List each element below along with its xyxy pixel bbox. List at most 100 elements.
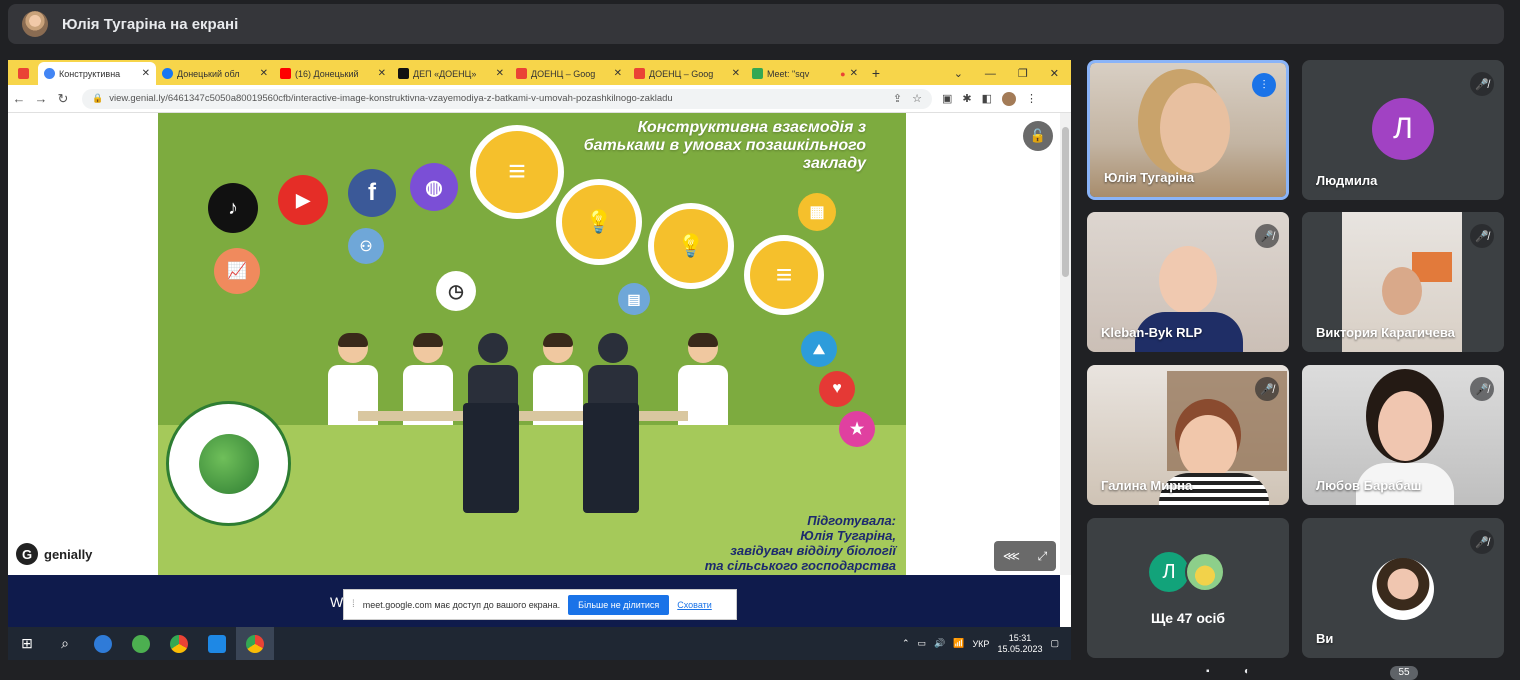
more-avatars: Л (1149, 552, 1225, 592)
close-icon[interactable]: ✕ (732, 68, 740, 79)
chrome-icon[interactable] (236, 627, 274, 660)
app-icon[interactable] (122, 627, 160, 660)
close-icon[interactable]: ✕ (614, 68, 622, 79)
star-icon[interactable]: ☆ (912, 92, 922, 105)
clock-time: 15:31 (1008, 632, 1032, 643)
search-icon[interactable]: ⌕ (46, 627, 84, 660)
close-icon[interactable]: ✕ (496, 68, 504, 79)
fullscreen-icon[interactable]: ⤢ (1038, 549, 1048, 564)
close-window-icon[interactable]: ✕ (1050, 67, 1059, 80)
tab-maps-1[interactable]: ДОЕНЦ – Goog ✕ (510, 62, 628, 85)
mic-off-icon: 🎤̸ (1470, 377, 1494, 401)
toolbar-icon[interactable]: ◐ (1244, 666, 1250, 677)
omnibox[interactable]: 🔒 view.genial.ly/6461347c5050a80019560cf… (82, 88, 932, 109)
center-logo-seal (166, 401, 291, 526)
participant-tile[interactable]: 🎤̸ Виктория Карагичева (1302, 212, 1504, 352)
battery-icon[interactable]: ▭ (918, 638, 927, 649)
participant-tile[interactable]: Л 🎤̸ Людмила (1302, 60, 1504, 200)
participant-avatar (1185, 552, 1225, 592)
share-icon[interactable]: ⇪ (893, 92, 902, 105)
share-notice-text: meet.google.com має доступ до вашого екр… (362, 599, 561, 610)
reload-icon[interactable]: ↻ (52, 91, 74, 107)
tab-meet[interactable]: Meet: "sqv ● ✕ (746, 62, 864, 85)
participant-name: Kleban-Byk RLP (1101, 325, 1203, 340)
document-icon: ▤ (618, 283, 650, 315)
self-tile[interactable]: 🎤̸ Ви (1302, 518, 1504, 658)
genially-brand[interactable]: G genially (16, 543, 92, 565)
unlock-icon[interactable]: 🔓 (1023, 121, 1053, 151)
chart-icon: 📈 (214, 248, 260, 294)
participant-name: Любов Барабаш (1316, 478, 1422, 493)
system-tray: ⌃ ▭ 🔊 📶 УКР 15:31 15.05.2023 ▢ (902, 633, 1071, 655)
map-pin-icon (634, 68, 645, 79)
participant-name: Людмила (1316, 173, 1378, 188)
credits-line: завідувач відділу біології (730, 543, 896, 558)
youtube-icon (280, 68, 291, 79)
close-icon[interactable]: ✕ (142, 68, 150, 79)
participant-name: Галина Мирна (1101, 478, 1193, 493)
globe-icon: ◍ (410, 163, 458, 211)
windows-start-icon[interactable]: ⊞ (8, 627, 46, 660)
drag-handle-icon[interactable]: ⁞ (352, 599, 355, 610)
tab-youtube[interactable]: (16) Донецький ✕ (274, 62, 392, 85)
chevron-up-icon[interactable]: ⌃ (902, 638, 910, 649)
participant-tile[interactable]: 🎤̸ Любов Барабаш (1302, 365, 1504, 505)
menu-dots-icon[interactable]: ⋮ (1026, 92, 1037, 105)
tab-genially[interactable]: Конструктивна ✕ (38, 62, 156, 85)
tab-maps-2[interactable]: ДОЕНЦ – Goog ✕ (628, 62, 746, 85)
close-icon[interactable]: ✕ (260, 68, 268, 79)
tab-gmail[interactable] (8, 62, 38, 85)
profile-avatar[interactable] (1002, 91, 1017, 106)
self-avatar (1372, 558, 1434, 620)
mic-off-icon: 🎤̸ (1470, 72, 1494, 96)
language-indicator[interactable]: УКР (972, 639, 989, 649)
sidepanel-icon[interactable]: ◧ (982, 92, 992, 105)
star-icon: ★ (839, 411, 875, 447)
lightbulb-icon: 💡 (556, 179, 642, 265)
share-icon[interactable]: ⋘ (1003, 549, 1020, 563)
chair (583, 403, 639, 513)
app-icon[interactable] (198, 627, 236, 660)
clock[interactable]: 15:31 15.05.2023 (997, 633, 1042, 655)
users-icon: ⚇ (348, 228, 384, 264)
participant-tile[interactable]: 🎤̸ Галина Мирна (1087, 365, 1289, 505)
extension-icon[interactable]: ▣ (942, 92, 952, 105)
participant-tile[interactable]: 🎤̸ Kleban-Byk RLP (1087, 212, 1289, 352)
close-icon[interactable]: ✕ (378, 68, 386, 79)
speaking-indicator-icon: ⫶ (1252, 73, 1276, 97)
new-tab-button[interactable]: + (864, 62, 888, 85)
restore-icon[interactable]: ❐ (1018, 67, 1028, 80)
puzzle-icon[interactable]: ✱ (962, 92, 971, 105)
toolbar-icon[interactable]: ▪ (1206, 666, 1210, 677)
participant-avatar: Л (1149, 552, 1189, 592)
stop-sharing-button[interactable]: Більше не ділитися (568, 594, 670, 615)
notifications-icon[interactable]: ▢ (1050, 638, 1059, 649)
address-bar: ← → ↻ 🔒 view.genial.ly/6461347c5050a8001… (8, 85, 1071, 113)
lock-icon[interactable]: 🔒 (92, 93, 103, 104)
volume-icon[interactable]: 🔊 (934, 638, 945, 649)
scrollbar[interactable] (1060, 113, 1071, 575)
shared-screen: Конструктивна ✕ Донецький обл ✕ (16) Дон… (8, 60, 1071, 660)
tab-tiktok[interactable]: ДЕП «ДОЕНЦ» ✕ (392, 62, 510, 85)
tiktok-icon: ♪ (208, 183, 258, 233)
app-icon[interactable] (84, 627, 122, 660)
participant-tile[interactable]: ⫶ Юлія Тугаріна (1087, 60, 1289, 200)
chair (463, 403, 519, 513)
chrome-icon[interactable] (160, 627, 198, 660)
meet-icon (752, 68, 763, 79)
hide-link[interactable]: Сховати (677, 600, 712, 610)
tab-facebook[interactable]: Донецький обл ✕ (156, 62, 274, 85)
network-icon[interactable]: 📶 (953, 638, 964, 649)
tab-title: Конструктивна (59, 68, 121, 79)
close-icon[interactable]: ✕ (850, 68, 858, 79)
mic-off-icon: 🎤̸ (1255, 224, 1279, 248)
credits-line: та сільського господарства (704, 558, 896, 573)
back-icon[interactable]: ← (8, 91, 30, 106)
presenter-banner: Юлія Тугаріна на екрані (8, 4, 1504, 44)
minimize-icon[interactable]: — (985, 68, 996, 80)
tab-title: (16) Донецький (295, 68, 359, 79)
scrollbar-thumb[interactable] (1062, 127, 1069, 277)
more-participants-tile[interactable]: Л Ще 47 осіб (1087, 518, 1289, 658)
chevron-down-icon[interactable]: ⌄ (954, 67, 963, 80)
forward-icon[interactable]: → (30, 91, 52, 106)
